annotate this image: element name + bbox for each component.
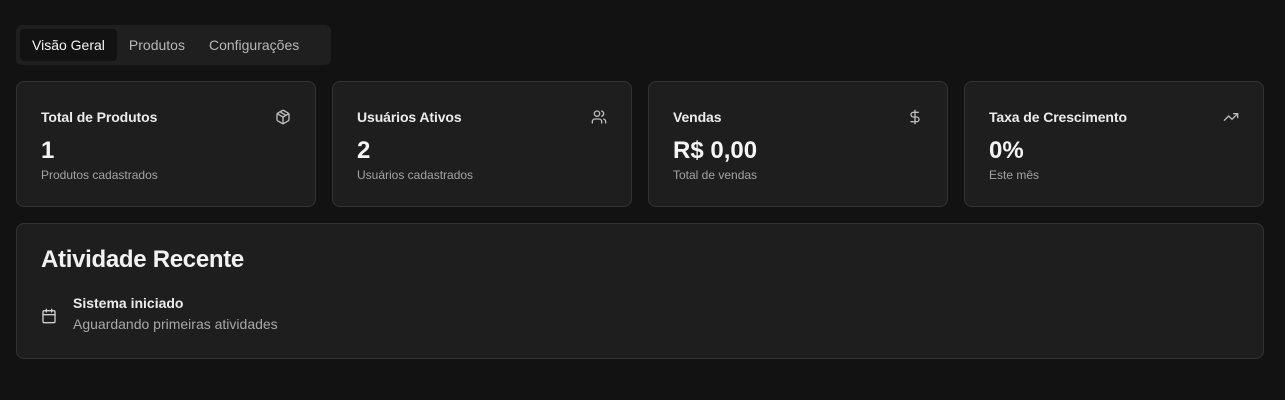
stat-card-active-users: Usuários Ativos 2 Usuários cadastrados <box>332 81 632 207</box>
activity-item-title: Sistema iniciado <box>73 295 184 311</box>
tab-settings[interactable]: Configurações <box>197 29 311 61</box>
package-icon <box>275 109 291 125</box>
stat-card-value: 2 <box>357 137 371 164</box>
stat-card-title: Usuários Ativos <box>357 109 462 125</box>
tab-list: Visão Geral Produtos Configurações <box>16 25 331 65</box>
tab-overview[interactable]: Visão Geral <box>20 29 117 61</box>
stat-card-subtitle: Produtos cadastrados <box>41 168 158 182</box>
trending-up-icon <box>1223 109 1239 125</box>
recent-activity-card: Atividade Recente Sistema iniciado Aguar… <box>16 223 1264 359</box>
stat-card-subtitle: Usuários cadastrados <box>357 168 474 182</box>
calendar-icon <box>41 308 57 324</box>
stat-card-sales: Vendas R$ 0,00 Total de vendas <box>648 81 948 207</box>
recent-activity-title: Atividade Recente <box>41 246 244 273</box>
activity-item-description: Aguardando primeiras atividades <box>73 316 278 332</box>
stat-card-value: 1 <box>41 137 55 164</box>
dollar-sign-icon <box>907 109 923 125</box>
stat-card-growth-rate: Taxa de Crescimento 0% Este mês <box>964 81 1264 207</box>
tab-products[interactable]: Produtos <box>117 29 197 61</box>
stat-card-subtitle: Total de vendas <box>673 168 758 182</box>
dashboard: Visão Geral Produtos Configurações Total… <box>0 0 1285 400</box>
stat-card-total-products: Total de Produtos 1 Produtos cadastrados <box>16 81 316 207</box>
stat-card-value: R$ 0,00 <box>673 137 758 164</box>
stat-card-title: Total de Produtos <box>41 109 158 125</box>
users-icon <box>591 109 607 125</box>
stat-card-title: Taxa de Crescimento <box>989 109 1127 125</box>
stat-card-title: Vendas <box>673 109 722 125</box>
stat-card-value: 0% <box>989 137 1024 164</box>
stat-card-subtitle: Este mês <box>989 168 1040 182</box>
